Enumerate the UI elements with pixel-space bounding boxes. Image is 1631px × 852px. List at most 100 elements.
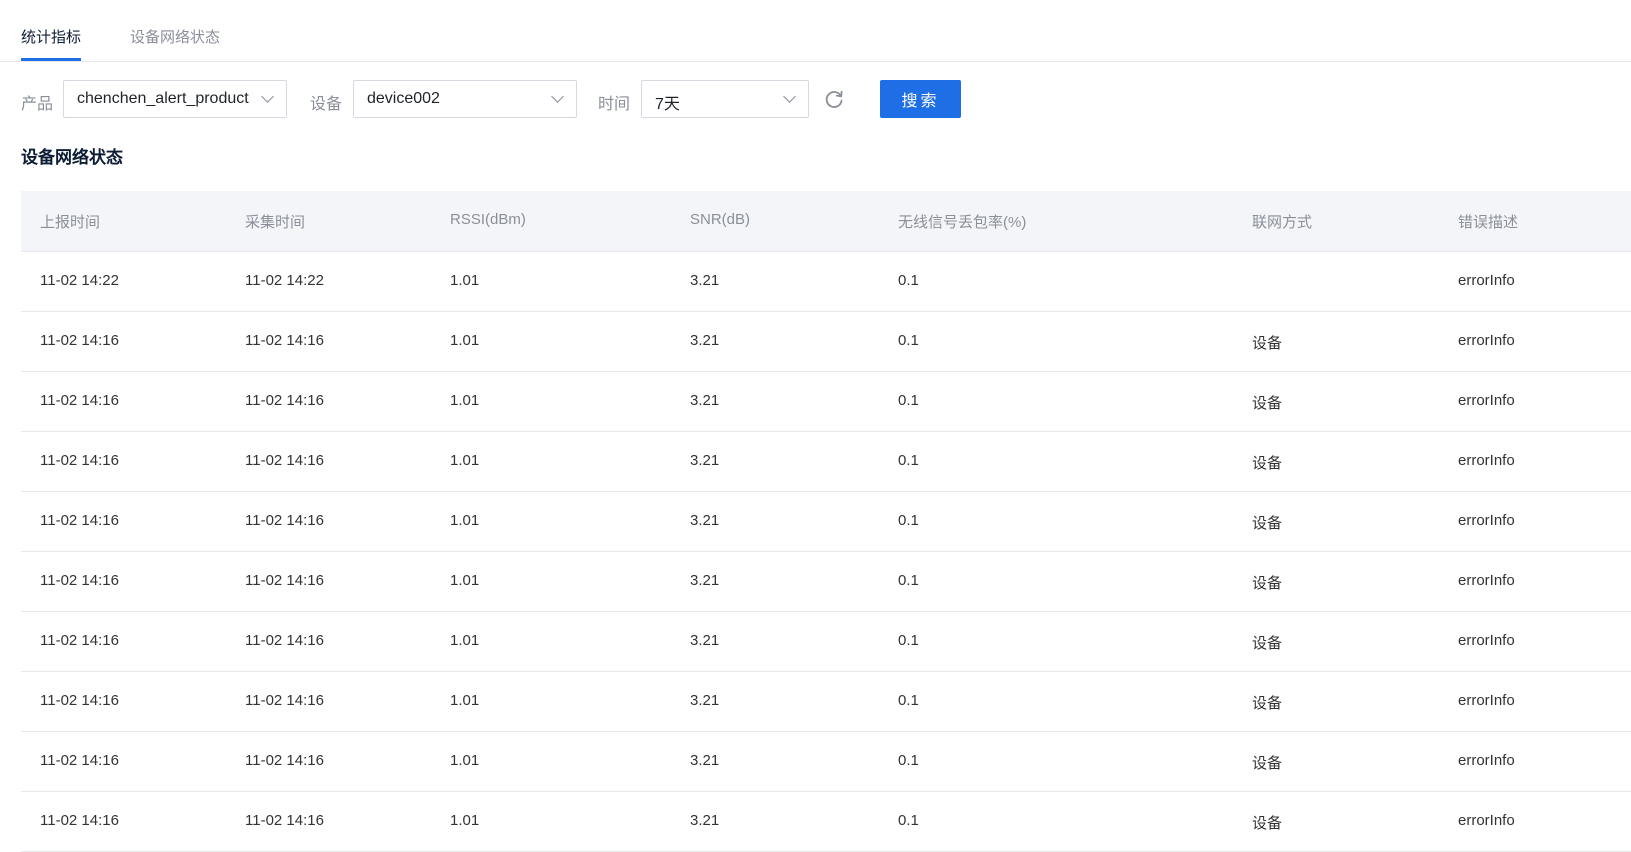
column-header-network-mode: 联网方式 — [1252, 214, 1313, 231]
network-mode-cell: 设备 — [1252, 395, 1283, 412]
device-label: 设备 — [310, 96, 343, 113]
snr-cell: 3.21 — [690, 572, 720, 589]
collect-time-cell: 11-02 14:16 — [245, 392, 324, 409]
error-desc-cell: errorInfo — [1458, 632, 1515, 649]
report-time-cell: 11-02 14:16 — [40, 632, 119, 649]
column-header-rssi: RSSI(dBm) — [450, 211, 526, 228]
rssi-cell: 1.01 — [450, 632, 480, 649]
chevron-down-icon — [551, 90, 564, 103]
collect-time-cell: 11-02 14:16 — [245, 332, 324, 349]
device-select-value: device002 — [367, 90, 440, 107]
error-desc-cell: errorInfo — [1458, 272, 1515, 289]
error-desc-cell: errorInfo — [1458, 452, 1515, 469]
snr-cell: 3.21 — [690, 752, 720, 769]
error-desc-cell: errorInfo — [1458, 512, 1515, 529]
error-desc-cell: errorInfo — [1458, 812, 1515, 829]
report-time-cell: 11-02 14:16 — [40, 332, 119, 349]
chevron-down-icon — [783, 90, 796, 103]
search-button[interactable]: 搜索 — [880, 80, 961, 118]
packet-loss-cell: 0.1 — [898, 272, 919, 289]
network-mode-cell: 设备 — [1252, 695, 1283, 712]
packet-loss-cell: 0.1 — [898, 752, 919, 769]
report-time-cell: 11-02 14:16 — [40, 452, 119, 469]
network-mode-cell: 设备 — [1252, 575, 1283, 592]
column-header-collect-time: 采集时间 — [245, 214, 306, 231]
table-row: 11-02 14:16 11-02 14:16 1.01 3.21 0.1 设备 error… — [21, 432, 1631, 492]
network-mode-cell: 设备 — [1252, 515, 1283, 532]
network-mode-cell: 设备 — [1252, 635, 1283, 652]
snr-cell: 3.21 — [690, 512, 720, 529]
product-select[interactable]: chenchen_alert_product — [63, 80, 287, 118]
product-label: 产品 — [21, 96, 54, 113]
table-row: 11-02 14:16 11-02 14:16 1.01 3.21 0.1 设备 error… — [21, 492, 1631, 552]
packet-loss-cell: 0.1 — [898, 572, 919, 589]
error-desc-cell: errorInfo — [1458, 692, 1515, 709]
network-mode-cell: 设备 — [1252, 815, 1283, 832]
snr-cell: 3.21 — [690, 452, 720, 469]
snr-cell: 3.21 — [690, 332, 720, 349]
report-time-cell: 11-02 14:16 — [40, 812, 119, 829]
collect-time-cell: 11-02 14:22 — [245, 272, 324, 289]
table-row: 11-02 14:16 11-02 14:16 1.01 3.21 0.1 设备 error… — [21, 372, 1631, 432]
chevron-down-icon — [261, 90, 274, 103]
filter-bar: 产品 chenchen_alert_product 设备 device002 时… — [0, 80, 1631, 118]
table-body: 11-02 14:22 11-02 14:22 1.01 3.21 0.1 errorIn… — [21, 252, 1631, 852]
rssi-cell: 1.01 — [450, 272, 480, 289]
column-header-report-time: 上报时间 — [40, 214, 101, 231]
snr-cell: 3.21 — [690, 812, 720, 829]
column-header-snr: SNR(dB) — [690, 211, 751, 228]
table-row: 11-02 14:16 11-02 14:16 1.01 3.21 0.1 设备 error… — [21, 312, 1631, 372]
rssi-cell: 1.01 — [450, 812, 480, 829]
rssi-cell: 1.01 — [450, 752, 480, 769]
packet-loss-cell: 0.1 — [898, 692, 919, 709]
collect-time-cell: 11-02 14:16 — [245, 692, 324, 709]
packet-loss-cell: 0.1 — [898, 632, 919, 649]
collect-time-cell: 11-02 14:16 — [245, 752, 324, 769]
table-header: 上报时间 采集时间 RSSI(dBm) SNR(dB) 无线信号丢包率(%) 联… — [21, 191, 1631, 252]
packet-loss-cell: 0.1 — [898, 332, 919, 349]
collect-time-cell: 11-02 14:16 — [245, 812, 324, 829]
rssi-cell: 1.01 — [450, 692, 480, 709]
report-time-cell: 11-02 14:16 — [40, 392, 119, 409]
network-mode-cell: 设备 — [1252, 335, 1283, 352]
tab-statistics[interactable]: 统计指标 — [21, 26, 82, 61]
tab-device-network-status[interactable]: 设备网络状态 — [130, 26, 220, 61]
report-time-cell: 11-02 14:16 — [40, 512, 119, 529]
network-status-table: 上报时间 采集时间 RSSI(dBm) SNR(dB) 无线信号丢包率(%) 联… — [21, 191, 1631, 852]
rssi-cell: 1.01 — [450, 572, 480, 589]
collect-time-cell: 11-02 14:16 — [245, 632, 324, 649]
packet-loss-cell: 0.1 — [898, 452, 919, 469]
packet-loss-cell: 0.1 — [898, 812, 919, 829]
snr-cell: 3.21 — [690, 692, 720, 709]
packet-loss-cell: 0.1 — [898, 512, 919, 529]
snr-cell: 3.21 — [690, 272, 720, 289]
column-header-packet-loss: 无线信号丢包率(%) — [898, 214, 1027, 231]
collect-time-cell: 11-02 14:16 — [245, 452, 324, 469]
snr-cell: 3.21 — [690, 632, 720, 649]
collect-time-cell: 11-02 14:16 — [245, 572, 324, 589]
rssi-cell: 1.01 — [450, 332, 480, 349]
error-desc-cell: errorInfo — [1458, 392, 1515, 409]
tab-bar: 统计指标 设备网络状态 — [0, 0, 1631, 62]
time-select[interactable]: 7天 — [641, 80, 809, 118]
network-mode-cell: 设备 — [1252, 455, 1283, 472]
report-time-cell: 11-02 14:22 — [40, 272, 119, 289]
collect-time-cell: 11-02 14:16 — [245, 512, 324, 529]
table-row: 11-02 14:16 11-02 14:16 1.01 3.21 0.1 设备 error… — [21, 732, 1631, 792]
network-mode-cell: 设备 — [1252, 755, 1283, 772]
snr-cell: 3.21 — [690, 392, 720, 409]
table-row: 11-02 14:22 11-02 14:22 1.01 3.21 0.1 errorIn… — [21, 252, 1631, 312]
error-desc-cell: errorInfo — [1458, 572, 1515, 589]
rssi-cell: 1.01 — [450, 512, 480, 529]
report-time-cell: 11-02 14:16 — [40, 692, 119, 709]
time-label: 时间 — [598, 96, 631, 113]
error-desc-cell: errorInfo — [1458, 752, 1515, 769]
refresh-icon[interactable] — [823, 88, 845, 110]
error-desc-cell: errorInfo — [1458, 332, 1515, 349]
product-select-value: chenchen_alert_product — [77, 90, 249, 107]
table-row: 11-02 14:16 11-02 14:16 1.01 3.21 0.1 设备 error… — [21, 552, 1631, 612]
section-title: 设备网络状态 — [21, 148, 123, 167]
report-time-cell: 11-02 14:16 — [40, 752, 119, 769]
device-select[interactable]: device002 — [353, 80, 577, 118]
rssi-cell: 1.01 — [450, 452, 480, 469]
